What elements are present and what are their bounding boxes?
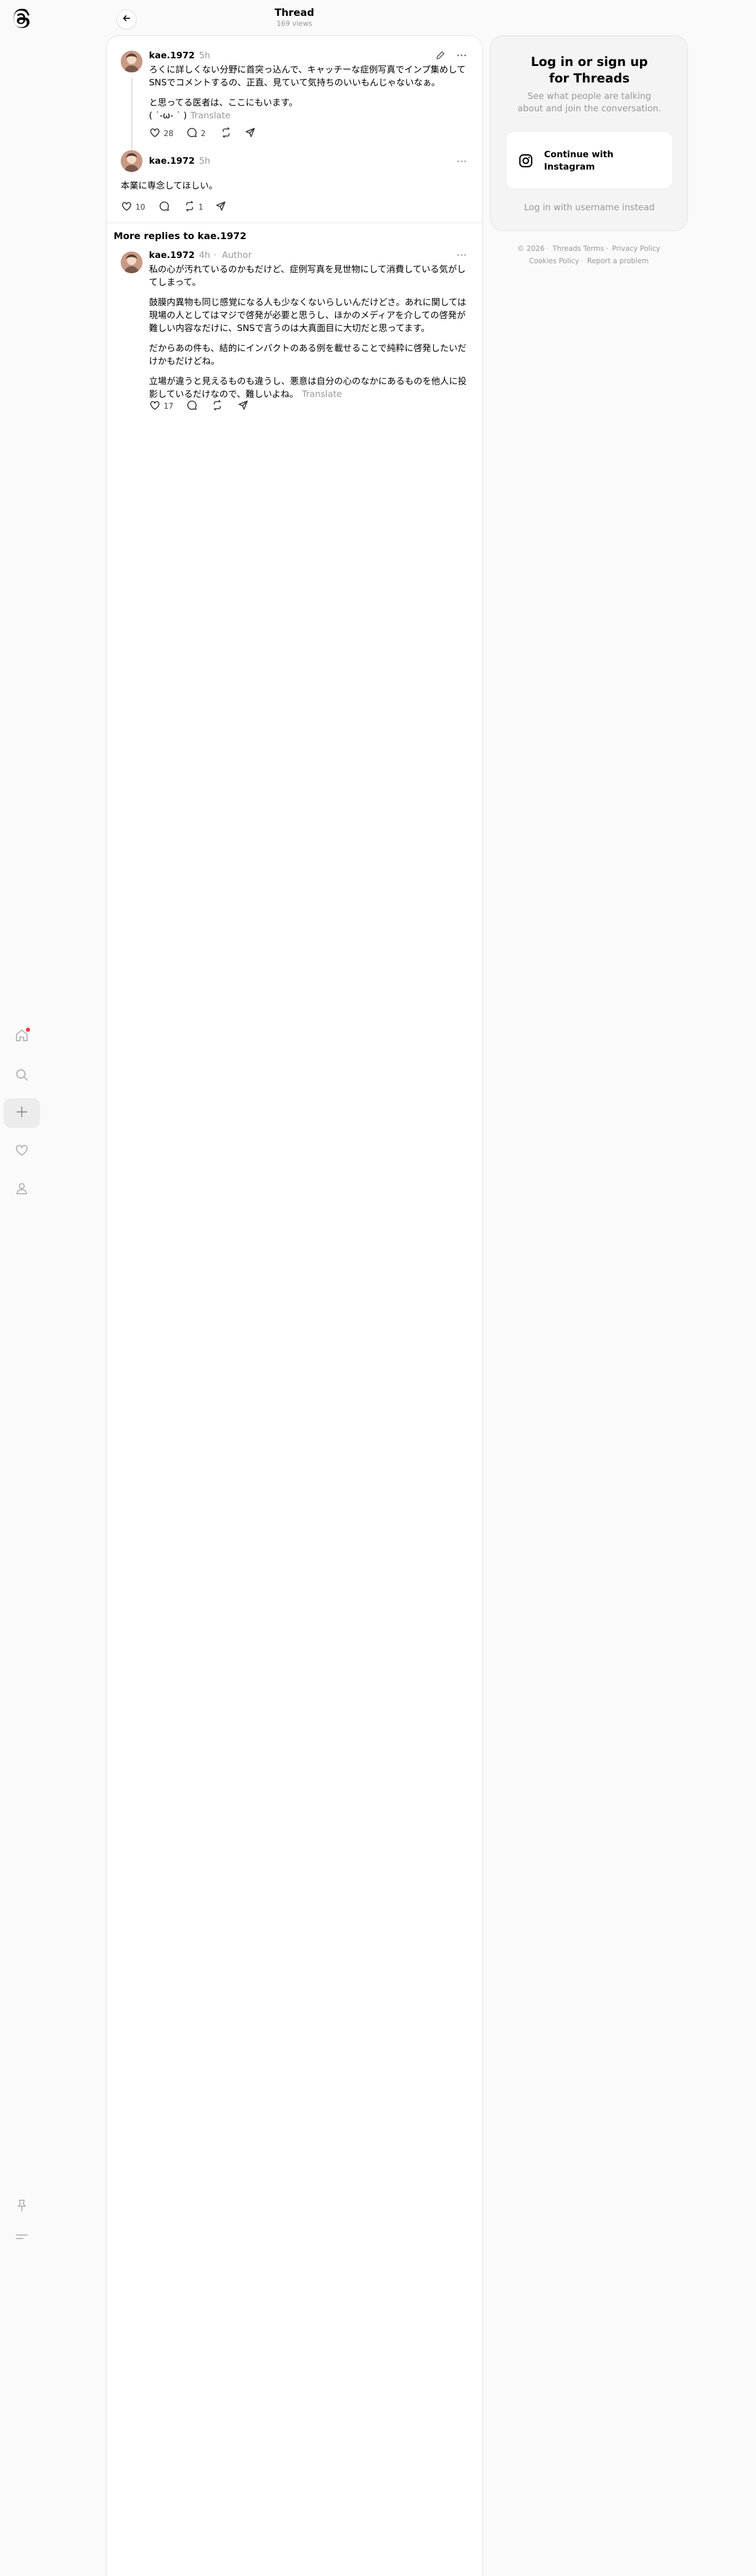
more-icon	[456, 252, 467, 263]
reply-username[interactable]: kae.1972	[149, 155, 195, 166]
like-count: 17	[164, 402, 174, 411]
reply-paragraph: 鼓膜内異物も同じ感覚になる人も少なくないらしいんだけどさ。あれに関しては現場の人…	[149, 297, 466, 333]
nav-search[interactable]	[7, 1061, 37, 1091]
login-title-line: for Threads	[549, 71, 630, 85]
repost-count: 1	[198, 203, 204, 212]
terms-link[interactable]: Threads Terms	[553, 244, 604, 253]
reply-body: 本業に専念してほしい。	[121, 180, 218, 191]
like-button[interactable]: 10	[121, 200, 145, 214]
nav-pin[interactable]	[7, 2192, 37, 2221]
continue-with-instagram-button[interactable]: Continue with Instagram	[506, 131, 673, 189]
avatar[interactable]	[121, 51, 142, 72]
page-title: Thread	[274, 7, 314, 19]
repost-button[interactable]: 1	[184, 200, 203, 214]
post-username[interactable]: kae.1972	[149, 50, 195, 61]
reply-button[interactable]	[158, 200, 170, 214]
footer-row: Cookies Policy · Report a problem	[529, 257, 649, 265]
post-body: ろくに詳しくない分野に首突っ込んで、キャッチーな症例写真でインプ集めしてSNSで…	[149, 63, 469, 122]
comment-icon	[186, 399, 198, 413]
share-button[interactable]	[244, 127, 256, 141]
profile-icon	[14, 1181, 29, 1198]
instagram-button-label: Continue with Instagram	[544, 149, 614, 172]
heart-icon	[149, 399, 161, 413]
pin-icon	[14, 2198, 29, 2216]
edit-button[interactable]	[435, 49, 446, 64]
repost-button[interactable]	[220, 127, 232, 141]
nav-profile[interactable]	[7, 1175, 37, 1204]
thread-column: kae.1972 5h ろくに詳しくない分野に首突っ込んで、キャッチーな症例写真…	[106, 35, 483, 2576]
translate-link[interactable]: Translate	[190, 110, 230, 121]
translate-link[interactable]: Translate	[302, 389, 342, 399]
like-button[interactable]: 17	[149, 399, 174, 413]
cookies-link[interactable]: Cookies Policy	[529, 257, 579, 265]
reply-button[interactable]: 2	[186, 127, 205, 141]
comment-icon	[158, 200, 170, 214]
reply-paragraph: 私の心が汚れているのかもだけど、症例写真を見世物にして消費している気がしてしまっ…	[149, 264, 466, 287]
menu-icon	[14, 2229, 29, 2247]
reply-paragraph: だからあの件も、結的にインパクトのある例を載せることで純粋に啓発したいだけかもだ…	[149, 343, 467, 366]
notification-dot	[26, 1028, 30, 1032]
report-problem-link[interactable]: Report a problem	[587, 257, 648, 265]
post-paragraph: と思ってる医者は、ここにもいます。	[149, 97, 298, 108]
nav-home[interactable]	[7, 1022, 37, 1051]
more-options-button[interactable]	[456, 49, 467, 64]
more-reply-username[interactable]: kae.1972	[149, 250, 195, 260]
footer-row: © 2026 · Threads Terms · Privacy Policy	[517, 244, 661, 253]
search-icon	[14, 1067, 29, 1085]
login-title-line: Log in or sign up	[530, 55, 648, 69]
avatar[interactable]	[121, 251, 142, 273]
repost-icon	[220, 127, 232, 141]
heart-icon	[121, 200, 132, 214]
nav-create[interactable]	[4, 1098, 40, 1128]
repost-button[interactable]	[211, 399, 223, 413]
share-icon	[237, 399, 249, 413]
post-time: 5h	[199, 50, 211, 61]
view-count: 169 views	[276, 19, 313, 28]
more-replies-heading: More replies to kae.1972	[114, 230, 247, 241]
more-icon	[456, 52, 467, 64]
more-options-button[interactable]	[456, 249, 467, 263]
post-paragraph: ( ˙-ω- ˙ )	[149, 110, 187, 121]
avatar[interactable]	[121, 150, 142, 172]
share-button[interactable]	[237, 399, 249, 413]
share-icon	[215, 200, 227, 214]
repost-icon	[184, 200, 195, 214]
nav-menu[interactable]	[7, 2223, 37, 2253]
heart-icon	[14, 1143, 29, 1160]
like-count: 10	[135, 203, 145, 212]
post-paragraph: ろくに詳しくない分野に首突っ込んで、キャッチーな症例写真でインプ集めしてSNSで…	[149, 64, 466, 88]
more-options-button[interactable]	[456, 155, 467, 170]
author-badge: Author	[222, 250, 252, 260]
repost-icon	[211, 399, 223, 413]
more-icon	[456, 158, 467, 170]
like-count: 28	[164, 129, 174, 138]
comment-icon	[186, 127, 198, 141]
pencil-icon	[435, 51, 446, 64]
nav-activity[interactable]	[7, 1137, 37, 1166]
reply-button[interactable]	[186, 399, 198, 413]
login-card: Log in or sign up for Threads See what p…	[490, 35, 688, 231]
heart-icon	[149, 127, 161, 141]
reply-time: 5h	[199, 155, 211, 166]
plus-icon	[14, 1104, 29, 1122]
more-reply-body: 私の心が汚れているのかもだけど、症例写真を見世物にして消費している気がしてしまっ…	[149, 263, 469, 400]
reply-count: 2	[201, 129, 206, 138]
more-reply-time: 4h	[199, 250, 211, 260]
login-subtitle: See what people are talking about and jo…	[518, 91, 661, 114]
share-icon	[244, 127, 256, 141]
login-with-username-link[interactable]: Log in with username instead	[490, 202, 688, 213]
like-button[interactable]: 28	[149, 127, 174, 141]
login-title: Log in or sign up for Threads	[490, 54, 688, 87]
privacy-link[interactable]: Privacy Policy	[612, 244, 661, 253]
share-button[interactable]	[215, 200, 227, 214]
copyright-text: © 2026	[517, 244, 545, 253]
separator-dot: ·	[214, 250, 217, 260]
